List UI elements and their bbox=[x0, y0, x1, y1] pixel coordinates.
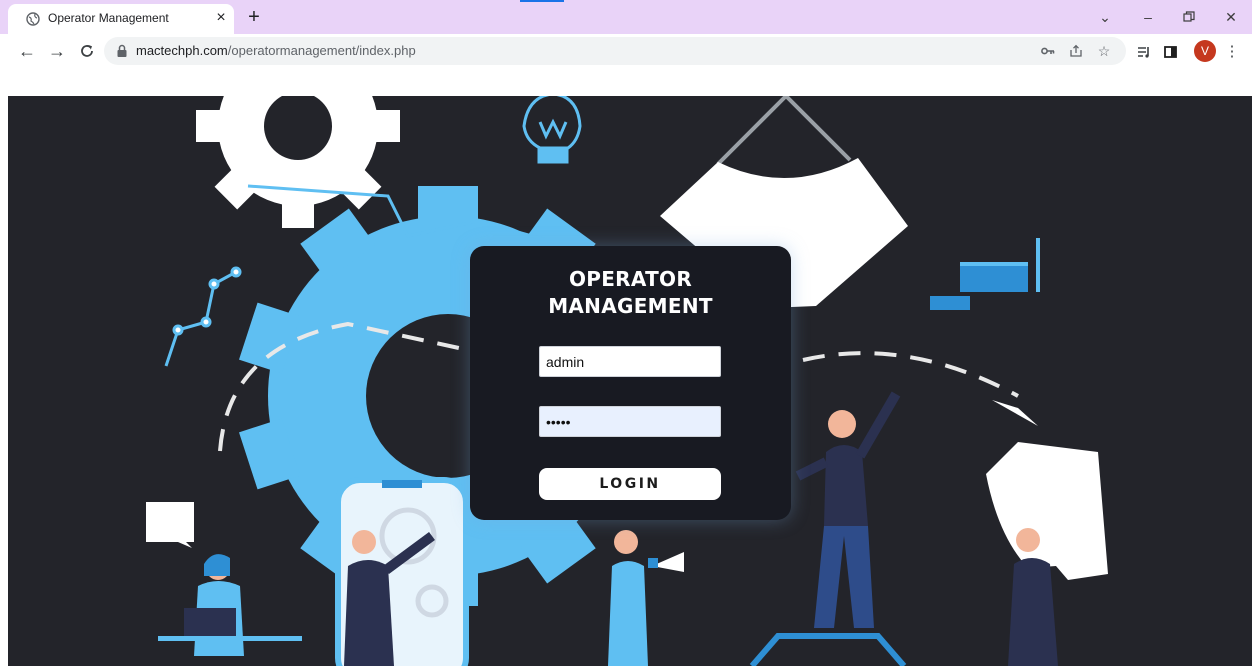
tab-strip: Operator Management × + ⌄ – ✕ bbox=[0, 0, 1252, 34]
login-title: OPERATOR MANAGEMENT bbox=[548, 267, 713, 318]
key-icon[interactable] bbox=[1038, 41, 1058, 61]
chat-bubble-graphic bbox=[146, 502, 194, 548]
globe-icon bbox=[26, 12, 40, 26]
url-text: mactechph.com/operatormanagement/index.p… bbox=[136, 43, 416, 58]
cards-graphic bbox=[930, 238, 1040, 310]
lightbulb-graphic bbox=[522, 96, 582, 164]
login-button[interactable]: LOGIN bbox=[539, 468, 721, 500]
dashed-arc-right bbox=[802, 351, 1019, 398]
tab-search-icon[interactable]: ⌄ bbox=[1094, 6, 1116, 28]
lock-icon[interactable] bbox=[116, 44, 128, 58]
browser-tab[interactable]: Operator Management × bbox=[8, 4, 234, 34]
back-icon[interactable]: ← bbox=[16, 40, 38, 62]
menu-icon[interactable]: ⋮ bbox=[1222, 42, 1242, 62]
forward-icon[interactable]: → bbox=[46, 40, 68, 62]
address-bar[interactable]: mactechph.com/operatormanagement/index.p… bbox=[104, 37, 1126, 65]
login-card: OPERATOR MANAGEMENT LOGIN bbox=[470, 246, 791, 520]
tab-strip-indicator bbox=[520, 0, 564, 2]
minimize-icon[interactable]: – bbox=[1137, 6, 1159, 28]
reload-icon[interactable] bbox=[76, 40, 98, 62]
new-tab-button[interactable]: + bbox=[244, 7, 264, 27]
close-window-icon[interactable]: ✕ bbox=[1220, 6, 1242, 28]
close-tab-icon[interactable]: × bbox=[212, 9, 230, 27]
username-input[interactable] bbox=[539, 346, 721, 377]
tab-title: Operator Management bbox=[48, 11, 169, 25]
paper-plane bbox=[992, 400, 1038, 426]
white-gear-graphic bbox=[196, 96, 400, 228]
reading-list-icon[interactable] bbox=[1134, 42, 1154, 62]
profile-avatar[interactable]: V bbox=[1194, 40, 1216, 62]
restore-icon[interactable] bbox=[1178, 6, 1200, 28]
password-input[interactable] bbox=[539, 406, 721, 437]
line-chart-graphic bbox=[164, 266, 242, 367]
browser-toolbar: ← → mactechph.com/operatormanagement/ind… bbox=[0, 34, 1252, 68]
share-icon[interactable] bbox=[1066, 41, 1086, 61]
side-panel-icon[interactable] bbox=[1160, 42, 1180, 62]
right-puzzle-graphic bbox=[986, 442, 1108, 580]
star-icon[interactable]: ☆ bbox=[1094, 41, 1114, 61]
